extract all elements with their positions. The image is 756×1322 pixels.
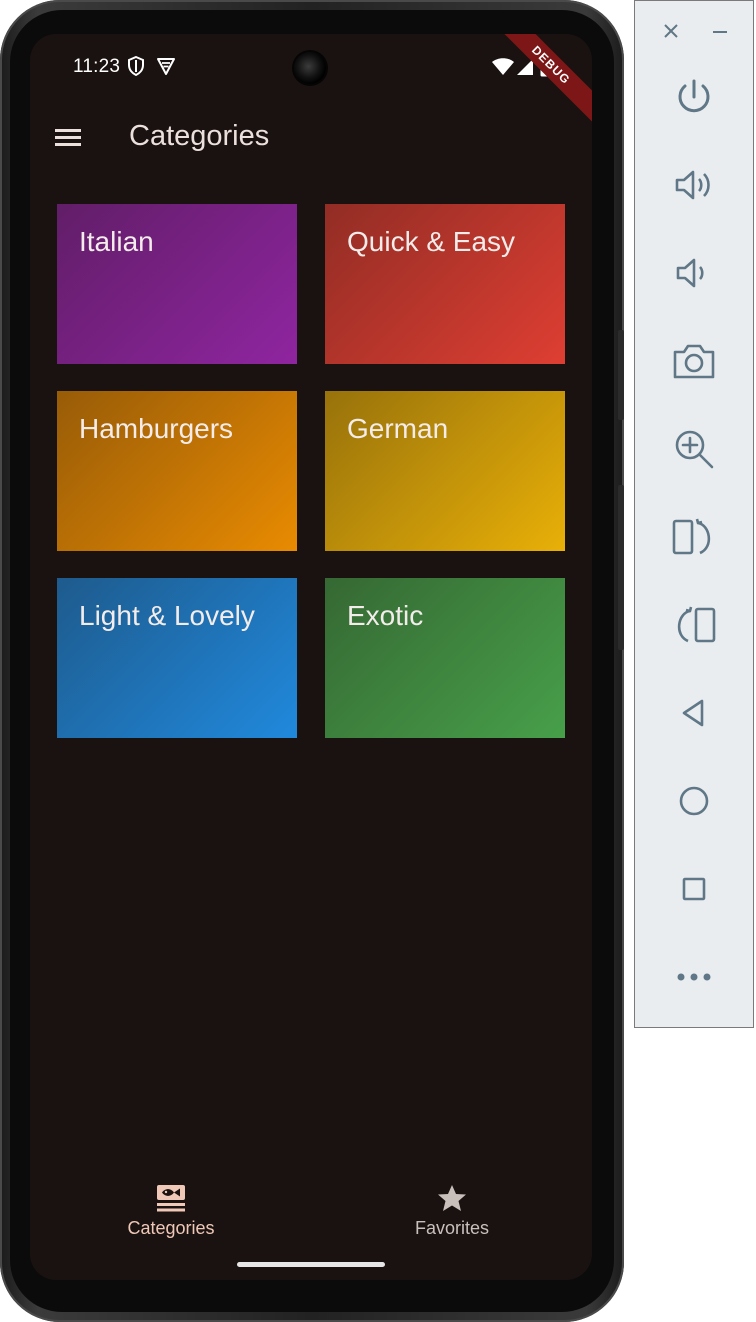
nav-label-favorites: Favorites [414, 1218, 490, 1238]
category-tile-italian[interactable]: Italian [57, 204, 297, 364]
category-label: Light & Lovely [79, 600, 255, 631]
more-options-button[interactable] [670, 953, 718, 1001]
volume-down-icon [676, 258, 704, 288]
category-label: Italian [79, 226, 154, 257]
home-icon [679, 786, 709, 816]
category-tile-exotic[interactable]: Exotic [325, 578, 565, 738]
home-button[interactable] [670, 777, 718, 825]
overview-icon [682, 877, 706, 901]
app-bar: Categories [30, 98, 592, 182]
volume-down-button[interactable] [670, 249, 718, 297]
rotate-left-button[interactable] [670, 513, 718, 561]
page-title: Categories [129, 120, 270, 152]
overview-button[interactable] [670, 865, 718, 913]
more-icon [677, 973, 711, 981]
close-icon [664, 24, 678, 38]
minimize-icon [713, 31, 727, 33]
screenshot-button[interactable] [670, 337, 718, 385]
volume-up-icon [675, 170, 710, 200]
nav-label-categories: Categories [127, 1218, 215, 1238]
camera-icon [673, 344, 715, 379]
back-button[interactable] [670, 689, 718, 737]
category-label: German [347, 413, 449, 444]
status-time: 11:23 [73, 56, 121, 77]
category-tile-german[interactable]: German [325, 391, 565, 551]
category-label: Hamburgers [79, 413, 234, 444]
star-icon [438, 1185, 466, 1211]
close-window-button[interactable] [659, 19, 683, 43]
nav-item-categories[interactable]: Categories [71, 1184, 271, 1239]
emulator-toolbar [634, 0, 754, 1028]
phone-side-button [618, 330, 624, 420]
volume-up-button[interactable] [670, 161, 718, 209]
hamburger-menu-button[interactable] [50, 126, 86, 154]
phone-volume-button [618, 485, 624, 650]
category-tile-hamburgers[interactable]: Hamburgers [57, 391, 297, 551]
shield-icon [128, 56, 144, 76]
back-icon [682, 699, 704, 727]
minimize-window-button[interactable] [708, 19, 732, 43]
zoom-in-icon [675, 430, 714, 469]
rotate-right-icon [677, 606, 716, 643]
set-meal-icon [157, 1185, 185, 1212]
gesture-home-bar[interactable] [237, 1262, 385, 1267]
phone-screen: 11:23 DEBUG Categories Italian Quick & E… [30, 34, 592, 1280]
rotate-left-icon [672, 518, 711, 555]
power-button[interactable] [670, 73, 718, 121]
status-bar: 11:23 DEBUG [30, 34, 592, 126]
front-camera [294, 52, 326, 84]
zoom-button[interactable] [670, 425, 718, 473]
hamburger-menu-icon [55, 129, 81, 146]
phone-frame: 11:23 DEBUG Categories Italian Quick & E… [0, 0, 624, 1322]
nav-item-favorites[interactable]: Favorites [352, 1184, 552, 1239]
vpn-shield-icon [157, 58, 175, 75]
bottom-navigation-bar: Categories Favorites [30, 1160, 592, 1280]
category-grid: Italian Quick & Easy Hamburgers German L… [57, 204, 565, 738]
rotate-right-button[interactable] [670, 601, 718, 649]
category-tile-light-lovely[interactable]: Light & Lovely [57, 578, 297, 738]
power-icon [678, 79, 710, 113]
category-tile-quick-easy[interactable]: Quick & Easy [325, 204, 565, 364]
category-label: Exotic [347, 600, 424, 631]
category-label: Quick & Easy [347, 226, 516, 257]
